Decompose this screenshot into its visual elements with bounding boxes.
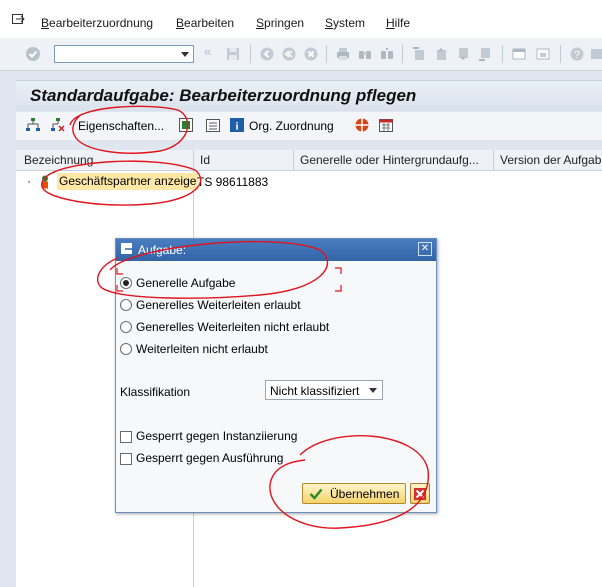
menu-hilfe[interactable]: Hilfe	[386, 16, 410, 30]
last-page-icon[interactable]	[478, 47, 492, 61]
classification-label: Klassifikation	[120, 385, 191, 399]
menu-bar: Bearbeiterzuordnung Bearbeiten Springen …	[0, 0, 602, 38]
radio-forward-not-allowed[interactable]	[120, 321, 132, 333]
radio-label[interactable]: Generelles Weiterleiten nicht erlaubt	[136, 320, 329, 334]
enter-icon[interactable]	[25, 46, 41, 62]
close-icon[interactable]: ✕	[418, 242, 432, 256]
previous-page-icon[interactable]	[434, 47, 448, 61]
task-dialog: Aufgabe: ✕ Generelle Aufgabe Generelles …	[115, 238, 437, 513]
new-session-icon[interactable]	[512, 47, 526, 61]
checkbox-blocked-execution[interactable]	[120, 453, 132, 465]
cancel-icon[interactable]	[304, 47, 318, 61]
page-title: Standardaufgabe: Bearbeiterzuordnung pfl…	[30, 86, 417, 105]
radio-label[interactable]: Generelle Aufgabe	[136, 276, 235, 290]
checkbox-label[interactable]: Gesperrt gegen Instanziierung	[136, 429, 297, 443]
svg-text:?: ?	[574, 50, 580, 61]
toolbar-separator	[560, 45, 561, 63]
tree-bullet: ·	[27, 174, 31, 188]
workflow-icon[interactable]	[355, 118, 369, 132]
exit-icon[interactable]	[282, 47, 296, 61]
double-chevron-left-icon: «	[204, 44, 212, 59]
agent-list-icon[interactable]	[206, 118, 220, 132]
checkbox-row-instantiation[interactable]: Gesperrt gegen Instanziierung	[116, 427, 436, 447]
svg-text:i: i	[235, 121, 238, 133]
toolbar-separator	[250, 45, 251, 63]
close-icon	[414, 488, 426, 500]
command-field[interactable]	[54, 45, 194, 63]
grid-header: Bezeichnung Id Generelle oder Hintergrun…	[16, 150, 602, 171]
apply-button[interactable]: Übernehmen	[302, 483, 406, 504]
menu-springen[interactable]: Springen	[256, 16, 304, 30]
menu-icon[interactable]	[12, 14, 26, 25]
classification-value: Nicht klassifiziert	[270, 384, 360, 398]
info-icon[interactable]: i	[230, 118, 244, 132]
column-header-version[interactable]: Version der Aufgab	[500, 153, 602, 167]
radio-row-forward-allowed[interactable]: Generelles Weiterleiten erlaubt	[116, 295, 436, 315]
radio-label[interactable]: Weiterleiten nicht erlaubt	[136, 342, 268, 356]
find-next-icon[interactable]	[380, 47, 394, 61]
cancel-button[interactable]	[410, 483, 430, 504]
column-header-id[interactable]: Id	[200, 153, 292, 167]
chevron-down-icon[interactable]	[369, 388, 377, 393]
chevron-down-icon[interactable]	[181, 52, 189, 57]
dialog-title: Aufgabe:	[138, 243, 187, 257]
radio-forward-allowed[interactable]	[120, 299, 132, 311]
menu-bearbeiterzuordnung[interactable]: Bearbeiterzuordnung	[41, 16, 153, 30]
org-assignment-button[interactable]: Org. Zuordnung	[249, 119, 334, 133]
hierarchy-icon[interactable]	[26, 118, 40, 132]
menu-system[interactable]: System	[325, 16, 365, 30]
dialog-icon	[121, 243, 133, 254]
print-icon[interactable]	[336, 47, 350, 61]
toolbar-separator	[502, 45, 503, 63]
task-id: TS 98611883	[197, 175, 269, 189]
radio-no-forwarding[interactable]	[120, 343, 132, 355]
application-toolbar: Eigenschaften... i Org. Zuordnung	[16, 112, 602, 140]
checkmark-icon	[309, 488, 323, 500]
back-icon[interactable]	[260, 47, 274, 61]
menu-bearbeiten[interactable]: Bearbeiten	[176, 16, 234, 30]
unassign-icon[interactable]	[51, 118, 65, 132]
classification-select[interactable]: Nicht klassifiziert	[265, 380, 383, 400]
checkbox-row-execution[interactable]: Gesperrt gegen Ausführung	[116, 449, 436, 469]
column-separator[interactable]	[193, 150, 194, 170]
checkbox-blocked-instantiation[interactable]	[120, 431, 132, 443]
column-header-general-task[interactable]: Generelle oder Hintergrundaufg...	[300, 153, 495, 167]
shortcut-icon[interactable]	[536, 47, 550, 61]
find-icon[interactable]	[358, 47, 372, 61]
calendar-icon[interactable]	[379, 118, 393, 132]
column-separator[interactable]	[293, 150, 294, 170]
toolbar-separator	[402, 45, 403, 63]
checkbox-label[interactable]: Gesperrt gegen Ausführung	[136, 451, 283, 465]
column-header-bezeichnung[interactable]: Bezeichnung	[24, 153, 194, 167]
column-separator[interactable]	[493, 150, 494, 170]
radio-general-task[interactable]	[120, 277, 132, 289]
radio-label[interactable]: Generelles Weiterleiten erlaubt	[136, 298, 301, 312]
layout-menu-icon[interactable]	[590, 47, 602, 61]
properties-button[interactable]: Eigenschaften...	[78, 119, 164, 133]
apply-button-label[interactable]: Übernehmen	[330, 487, 399, 501]
first-page-icon[interactable]	[412, 47, 426, 61]
next-page-icon[interactable]	[456, 47, 470, 61]
save-icon[interactable]	[226, 47, 240, 61]
task-icon	[42, 175, 48, 189]
radio-row-forward-not-allowed[interactable]: Generelles Weiterleiten nicht erlaubt	[116, 317, 436, 337]
tree-node-task[interactable]: Geschäftspartner anzeige	[57, 173, 199, 190]
radio-row-no-forwarding[interactable]: Weiterleiten nicht erlaubt	[116, 339, 436, 359]
radio-row-general-task[interactable]: Generelle Aufgabe	[116, 273, 436, 293]
title-bar: Standardaufgabe: Bearbeiterzuordnung pfl…	[16, 80, 602, 111]
help-icon[interactable]: ?	[570, 47, 584, 61]
add-agent-icon[interactable]	[179, 118, 193, 132]
toolbar-separator	[326, 45, 327, 63]
dialog-title-bar: Aufgabe: ✕	[116, 239, 436, 261]
